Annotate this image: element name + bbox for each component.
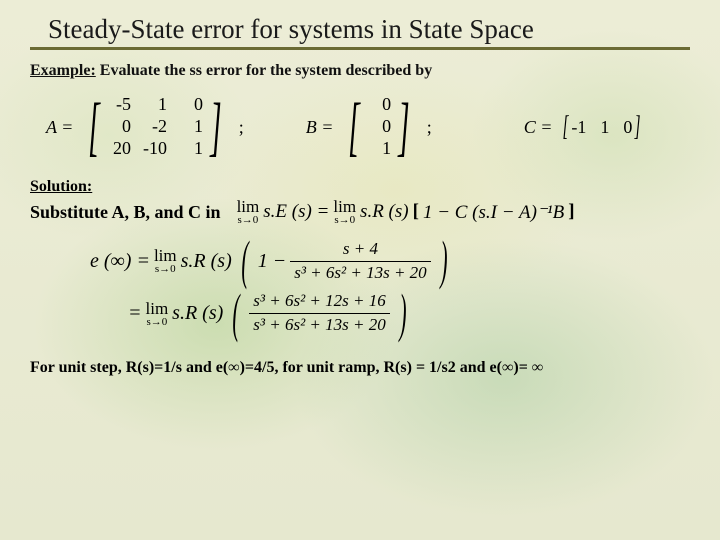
- A-12: 1: [179, 116, 203, 138]
- bracket-right: ]: [398, 101, 410, 154]
- solution-line: Solution:: [30, 178, 690, 196]
- big-paren-r: ): [399, 295, 406, 333]
- eq1-den: s³ + 6s² + 13s + 20: [290, 264, 430, 283]
- semicolon-1: ;: [239, 117, 244, 138]
- eq2-num: s³ + 6s² + 12s + 16: [249, 292, 389, 311]
- eq-row-2: = lim s→0 s.R (s) ( s³ + 6s² + 12s + 16 …: [128, 292, 412, 334]
- A-02: 0: [179, 94, 203, 116]
- A-00: -5: [107, 94, 131, 116]
- bracket-left: [: [348, 101, 360, 154]
- lhs: s.E (s) =: [263, 201, 329, 223]
- matrix-B: [ 0 0 1 ]: [341, 94, 416, 160]
- eq2-pre: s.R (s): [172, 302, 223, 325]
- B-1: 0: [367, 116, 391, 138]
- eq2-den: s³ + 6s² + 13s + 20: [249, 316, 389, 335]
- eq1-frac: s + 4 s³ + 6s² + 13s + 20: [290, 240, 430, 282]
- lim-4: lim s→0: [146, 300, 169, 328]
- A-01: 1: [143, 94, 167, 116]
- matrix-A: [ -5 1 0 0 -2 1 20 -10 1 ]: [81, 94, 228, 160]
- bracket-left: [: [563, 111, 569, 143]
- lim-sub: s→0: [155, 264, 176, 275]
- lim-text: lim: [146, 300, 169, 317]
- matrix-C: [ -1 1 0 ]: [560, 111, 643, 143]
- A-21: -10: [143, 138, 167, 160]
- slide-title: Steady-State error for systems in State …: [48, 14, 690, 45]
- matrices-row: A = [ -5 1 0 0 -2 1 20 -10 1 ] ; B = [ 0…: [46, 94, 690, 160]
- semicolon-2: ;: [427, 117, 432, 138]
- solution-label: Solution:: [30, 178, 92, 195]
- lim-sub: s→0: [146, 317, 167, 328]
- A-22: 1: [179, 138, 203, 160]
- C-1: 1: [600, 117, 609, 138]
- C-2: 0: [623, 117, 632, 138]
- C-0: -1: [571, 117, 586, 138]
- lim-sub: s→0: [334, 215, 355, 226]
- slide: Steady-State error for systems in State …: [0, 0, 720, 540]
- main-formula: lim s→0 s.E (s) = lim s→0 s.R (s) [ 1 − …: [237, 198, 575, 226]
- bracket-left: [: [88, 101, 100, 154]
- A-label: A =: [46, 117, 73, 138]
- eq1-lhs: e (∞) =: [90, 250, 150, 273]
- example-text: Evaluate the ss error for the system des…: [96, 62, 432, 79]
- A-11: -2: [143, 116, 167, 138]
- bracket-right: ]: [635, 111, 641, 143]
- rhs-pre: s.R (s): [360, 201, 409, 223]
- derivation: e (∞) = lim s→0 s.R (s) ( 1 − s + 4 s³ +…: [90, 240, 690, 335]
- br-open: [: [413, 201, 419, 223]
- title-rule: [30, 47, 690, 50]
- substitute-row: Substitute A, B, and C in lim s→0 s.E (s…: [30, 198, 690, 226]
- B-0: 0: [367, 94, 391, 116]
- B-label: B =: [306, 117, 334, 138]
- A-10: 0: [107, 116, 131, 138]
- eq1-num: s + 4: [339, 240, 382, 259]
- big-paren-r: ): [440, 242, 447, 280]
- A-20: 20: [107, 138, 131, 160]
- lim-3: lim s→0: [154, 247, 177, 275]
- lim-text: lim: [333, 198, 356, 215]
- final-line: For unit step, R(s)=1/s and e(∞)=4/5, fo…: [30, 359, 690, 377]
- lim-2: lim s→0: [333, 198, 356, 226]
- big-paren-l: (: [233, 295, 240, 333]
- substitute-text: Substitute A, B, and C in: [30, 202, 221, 223]
- lim-sub: s→0: [238, 215, 259, 226]
- eq-row-1: e (∞) = lim s→0 s.R (s) ( 1 − s + 4 s³ +…: [90, 240, 453, 282]
- inner: 1 − C (s.I − A)⁻¹B: [423, 201, 564, 224]
- lim-text: lim: [237, 198, 260, 215]
- br-close: ]: [568, 201, 574, 223]
- example-line: Example: Evaluate the ss error for the s…: [30, 62, 690, 80]
- B-2: 1: [367, 138, 391, 160]
- lim-1: lim s→0: [237, 198, 260, 226]
- eq1-one: 1 −: [258, 250, 287, 273]
- C-label: C =: [524, 117, 553, 138]
- bracket-right: ]: [210, 101, 222, 154]
- eq2-frac: s³ + 6s² + 12s + 16 s³ + 6s² + 13s + 20: [249, 292, 389, 334]
- eq1-pre: s.R (s): [181, 250, 232, 273]
- big-paren-l: (: [241, 242, 248, 280]
- lim-text: lim: [154, 247, 177, 264]
- example-label: Example:: [30, 62, 96, 79]
- eq2-eq: =: [128, 302, 142, 325]
